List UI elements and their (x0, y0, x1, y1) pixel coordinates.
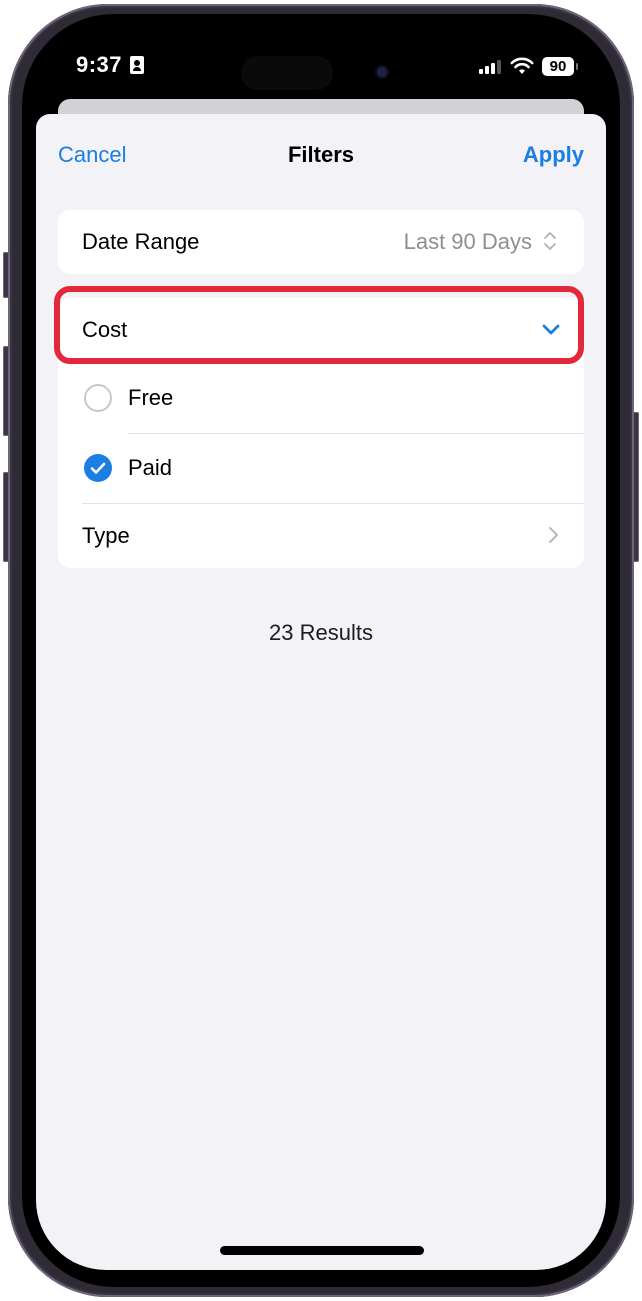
unchecked-circle-icon[interactable] (84, 384, 112, 412)
dynamic-island (241, 56, 333, 90)
cost-option-free[interactable]: Free (58, 366, 584, 430)
up-down-chevron-icon (544, 232, 556, 250)
option-label-paid: Paid (128, 455, 173, 480)
chevron-down-icon (542, 324, 560, 335)
cost-row[interactable]: Cost (58, 298, 584, 362)
screen: 9:37 90 Cancel Filters Apply Date Range (36, 30, 606, 1270)
status-bar: 9:37 90 (36, 30, 606, 100)
cost-type-card: Cost Free Paid Type (58, 298, 584, 568)
cost-option-paid[interactable]: Paid (58, 436, 584, 500)
results-count: 23 Results (269, 620, 373, 645)
contact-card-icon (130, 56, 144, 74)
wifi-icon (510, 57, 534, 74)
volume-up-button (3, 346, 9, 436)
cellular-signal-icon (479, 60, 503, 74)
battery-icon: 90 (542, 57, 574, 76)
cost-label: Cost (82, 317, 128, 342)
nav-bar: Cancel Filters Apply (36, 114, 606, 194)
battery-level: 90 (549, 58, 567, 75)
page-title: Filters (287, 142, 355, 167)
camera-icon (377, 67, 387, 77)
volume-down-button (3, 472, 9, 562)
filters-sheet: Cancel Filters Apply Date Range Last 90 … (36, 114, 606, 1270)
side-button (633, 412, 639, 562)
checkmark-icon (90, 462, 106, 474)
divider (128, 433, 584, 434)
battery-tip (576, 63, 578, 70)
action-button (3, 252, 9, 298)
date-range-row[interactable]: Date Range Last 90 Days (58, 210, 584, 274)
date-range-label: Date Range (82, 229, 200, 254)
home-indicator[interactable] (220, 1246, 424, 1255)
option-label-free: Free (128, 385, 174, 410)
chevron-right-icon (549, 527, 558, 543)
type-row[interactable]: Type (58, 504, 584, 568)
type-label: Type (82, 523, 130, 548)
status-time: 9:37 (76, 52, 123, 77)
checkmark-circle-icon[interactable] (84, 454, 112, 482)
date-range-card: Date Range Last 90 Days (58, 210, 584, 274)
date-range-value: Last 90 Days (403, 229, 532, 254)
apply-button[interactable]: Apply (523, 142, 584, 168)
